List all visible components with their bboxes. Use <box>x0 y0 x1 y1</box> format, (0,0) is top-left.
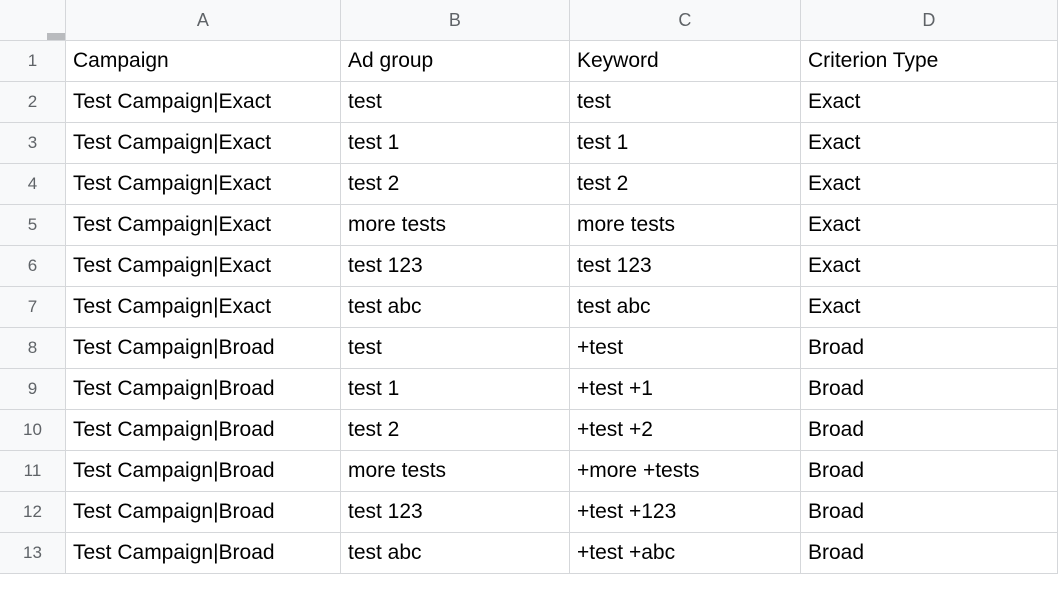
cell-B4[interactable]: test 2 <box>341 164 570 205</box>
cell-C7[interactable]: test abc <box>570 287 801 328</box>
cell-C8[interactable]: +test <box>570 328 801 369</box>
row-header[interactable]: 5 <box>0 205 66 246</box>
cell-A3[interactable]: Test Campaign|Exact <box>66 123 341 164</box>
column-header-D[interactable]: D <box>801 0 1058 41</box>
cell-A7[interactable]: Test Campaign|Exact <box>66 287 341 328</box>
cell-A10[interactable]: Test Campaign|Broad <box>66 410 341 451</box>
row-header[interactable]: 7 <box>0 287 66 328</box>
cell-B8[interactable]: test <box>341 328 570 369</box>
cell-A13[interactable]: Test Campaign|Broad <box>66 533 341 574</box>
select-all-corner[interactable] <box>0 0 66 41</box>
cell-D4[interactable]: Exact <box>801 164 1058 205</box>
cell-D11[interactable]: Broad <box>801 451 1058 492</box>
cell-D12[interactable]: Broad <box>801 492 1058 533</box>
row-header[interactable]: 10 <box>0 410 66 451</box>
cell-A8[interactable]: Test Campaign|Broad <box>66 328 341 369</box>
spreadsheet-grid[interactable]: A B C D 1 Campaign Ad group Keyword Crit… <box>0 0 1058 574</box>
cell-C1[interactable]: Keyword <box>570 41 801 82</box>
cell-C6[interactable]: test 123 <box>570 246 801 287</box>
cell-D3[interactable]: Exact <box>801 123 1058 164</box>
cell-A9[interactable]: Test Campaign|Broad <box>66 369 341 410</box>
cell-D7[interactable]: Exact <box>801 287 1058 328</box>
row-header[interactable]: 9 <box>0 369 66 410</box>
row-header[interactable]: 2 <box>0 82 66 123</box>
cell-A2[interactable]: Test Campaign|Exact <box>66 82 341 123</box>
cell-B7[interactable]: test abc <box>341 287 570 328</box>
cell-D1[interactable]: Criterion Type <box>801 41 1058 82</box>
cell-C12[interactable]: +test +123 <box>570 492 801 533</box>
row-header[interactable]: 12 <box>0 492 66 533</box>
row-header[interactable]: 3 <box>0 123 66 164</box>
cell-C10[interactable]: +test +2 <box>570 410 801 451</box>
row-header[interactable]: 4 <box>0 164 66 205</box>
cell-C3[interactable]: test 1 <box>570 123 801 164</box>
cell-D13[interactable]: Broad <box>801 533 1058 574</box>
row-header[interactable]: 6 <box>0 246 66 287</box>
cell-B1[interactable]: Ad group <box>341 41 570 82</box>
cell-A5[interactable]: Test Campaign|Exact <box>66 205 341 246</box>
cell-C2[interactable]: test <box>570 82 801 123</box>
cell-B13[interactable]: test abc <box>341 533 570 574</box>
row-header[interactable]: 11 <box>0 451 66 492</box>
cell-C11[interactable]: +more +tests <box>570 451 801 492</box>
cell-A6[interactable]: Test Campaign|Exact <box>66 246 341 287</box>
cell-D2[interactable]: Exact <box>801 82 1058 123</box>
cell-D10[interactable]: Broad <box>801 410 1058 451</box>
row-header[interactable]: 1 <box>0 41 66 82</box>
cell-B9[interactable]: test 1 <box>341 369 570 410</box>
cell-A12[interactable]: Test Campaign|Broad <box>66 492 341 533</box>
cell-D8[interactable]: Broad <box>801 328 1058 369</box>
cell-A11[interactable]: Test Campaign|Broad <box>66 451 341 492</box>
cell-B12[interactable]: test 123 <box>341 492 570 533</box>
cell-B5[interactable]: more tests <box>341 205 570 246</box>
cell-D6[interactable]: Exact <box>801 246 1058 287</box>
cell-B6[interactable]: test 123 <box>341 246 570 287</box>
cell-B3[interactable]: test 1 <box>341 123 570 164</box>
column-header-B[interactable]: B <box>341 0 570 41</box>
cell-C9[interactable]: +test +1 <box>570 369 801 410</box>
cell-A4[interactable]: Test Campaign|Exact <box>66 164 341 205</box>
cell-C5[interactable]: more tests <box>570 205 801 246</box>
column-header-A[interactable]: A <box>66 0 341 41</box>
column-header-C[interactable]: C <box>570 0 801 41</box>
cell-D9[interactable]: Broad <box>801 369 1058 410</box>
cell-A1[interactable]: Campaign <box>66 41 341 82</box>
cell-B2[interactable]: test <box>341 82 570 123</box>
cell-C13[interactable]: +test +abc <box>570 533 801 574</box>
cell-B10[interactable]: test 2 <box>341 410 570 451</box>
row-header[interactable]: 8 <box>0 328 66 369</box>
cell-B11[interactable]: more tests <box>341 451 570 492</box>
cell-C4[interactable]: test 2 <box>570 164 801 205</box>
cell-D5[interactable]: Exact <box>801 205 1058 246</box>
row-header[interactable]: 13 <box>0 533 66 574</box>
